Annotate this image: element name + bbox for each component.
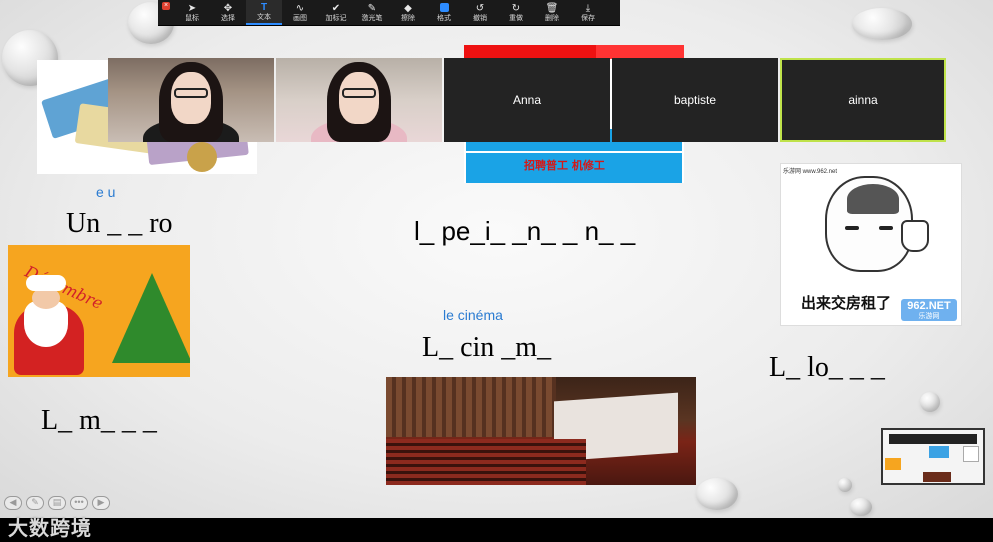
- tool-label: 激光笔: [361, 13, 383, 22]
- tool-format[interactable]: 格式: [426, 0, 462, 25]
- tool-mouse[interactable]: ➤ 鼠标: [174, 0, 210, 25]
- cinema-image: [386, 377, 696, 485]
- bottom-bar: [0, 518, 993, 542]
- tool-save[interactable]: ⤓ 保存: [570, 0, 606, 25]
- tool-clear[interactable]: 🗑 删除: [534, 0, 570, 25]
- participant-video-2[interactable]: [276, 58, 442, 142]
- exercise-euro: Un _ _ ro: [66, 208, 173, 239]
- poster-text: 招聘普工 机修工: [524, 159, 605, 172]
- tool-undo[interactable]: ↺ 撤销: [462, 0, 498, 25]
- tool-label: 选择: [221, 13, 235, 22]
- christmas-image: Décembre: [8, 245, 190, 377]
- glasses-icon: [342, 88, 376, 98]
- move-icon: ✥: [223, 2, 233, 14]
- annotation-toolbar: × ➤ 鼠标 ✥ 选择 T 文本 ∿ 画图 ✔ 加标记 ✎ 激光笔 ◆ 擦除 格…: [158, 0, 620, 26]
- tool-label: 画图: [293, 13, 307, 22]
- water-drop: [852, 8, 912, 40]
- tool-label: 删除: [545, 13, 559, 22]
- participant-tile-baptiste[interactable]: baptiste: [612, 58, 778, 142]
- meme-face-icon: [825, 176, 913, 272]
- close-icon[interactable]: ×: [162, 2, 170, 10]
- tool-redo[interactable]: ↻ 重做: [498, 0, 534, 25]
- tool-text[interactable]: T 文本: [246, 0, 282, 25]
- tool-label: 撤销: [473, 13, 487, 22]
- water-drop: [850, 498, 872, 516]
- exercise-loto: L_ lo_ _ _: [769, 352, 885, 383]
- participant-video-1[interactable]: [108, 58, 274, 142]
- participant-strip: Anna baptiste ainna: [108, 58, 948, 142]
- christmas-tree-icon: [112, 273, 190, 363]
- meme-image: 乐游网 www.962.net 出来交房租了 962.NET 乐游网: [780, 163, 962, 326]
- meme-caption: 出来交房租了: [801, 294, 892, 312]
- participant-name: baptiste: [673, 93, 717, 107]
- tool-label: 鼠标: [185, 13, 199, 22]
- watermark: 大数跨境: [8, 516, 92, 540]
- participant-tile-ainna[interactable]: ainna: [780, 58, 946, 142]
- eraser-icon: ◆: [404, 2, 412, 14]
- undo-icon: ↺: [475, 2, 485, 14]
- exercise-cinema: L_ cin _m_: [422, 332, 552, 363]
- check-icon: ✔: [331, 2, 341, 14]
- tool-eraser[interactable]: ◆ 擦除: [390, 0, 426, 25]
- hint-cinema: le cinéma: [443, 307, 503, 323]
- text-icon: T: [260, 1, 268, 13]
- tool-label: 加标记: [325, 13, 347, 22]
- hint-euro: e u: [96, 184, 116, 200]
- tool-laser[interactable]: ✎ 激光笔: [354, 0, 390, 25]
- exercise-mois: L_ m_ _ _: [41, 405, 157, 436]
- tool-draw[interactable]: ∿ 画图: [282, 0, 318, 25]
- participant-name: ainna: [848, 93, 878, 107]
- participant-tile-anna[interactable]: Anna: [444, 58, 610, 142]
- save-icon: ⤓: [585, 2, 591, 14]
- trash-icon: 🗑: [545, 2, 559, 14]
- meme-site-label: 乐游网 www.962.net: [783, 169, 838, 175]
- more-icon[interactable]: •••: [70, 496, 88, 510]
- slide-nav: ◀ ✎ ▤ ••• ▶: [4, 496, 110, 510]
- water-drop: [696, 478, 738, 510]
- tool-label: 保存: [581, 13, 595, 22]
- tool-label: 文本: [257, 12, 271, 21]
- next-slide-icon[interactable]: ▶: [92, 496, 110, 510]
- glasses-icon: [174, 88, 208, 98]
- participant-name: Anna: [512, 93, 542, 107]
- pen-icon[interactable]: ✎: [26, 496, 44, 510]
- tool-stamp[interactable]: ✔ 加标记: [318, 0, 354, 25]
- slides-icon[interactable]: ▤: [48, 496, 66, 510]
- tool-label: 重做: [509, 13, 523, 22]
- water-drop: [838, 478, 852, 492]
- draw-icon: ∿: [295, 2, 305, 14]
- meme-hand-icon: [901, 220, 929, 252]
- laser-icon: ✎: [367, 2, 377, 14]
- meme-badge-text: 962.NET: [907, 300, 951, 312]
- slide-thumbnail[interactable]: [881, 428, 985, 485]
- meme-watermark: 962.NET 乐游网: [901, 299, 957, 321]
- cinema-seats: [386, 439, 586, 485]
- tool-label: 擦除: [401, 13, 415, 22]
- tool-select[interactable]: ✥ 选择: [210, 0, 246, 25]
- water-drop: [920, 392, 940, 412]
- redo-icon: ↻: [511, 2, 521, 14]
- tool-label: 格式: [437, 13, 451, 22]
- pointer-icon: ➤: [187, 2, 197, 14]
- prev-slide-icon[interactable]: ◀: [4, 496, 22, 510]
- format-icon: [439, 2, 449, 14]
- exercise-permis: l_ pe_i_ _n_ _ n_ _: [414, 216, 636, 246]
- meme-badge-sub: 乐游网: [918, 313, 940, 320]
